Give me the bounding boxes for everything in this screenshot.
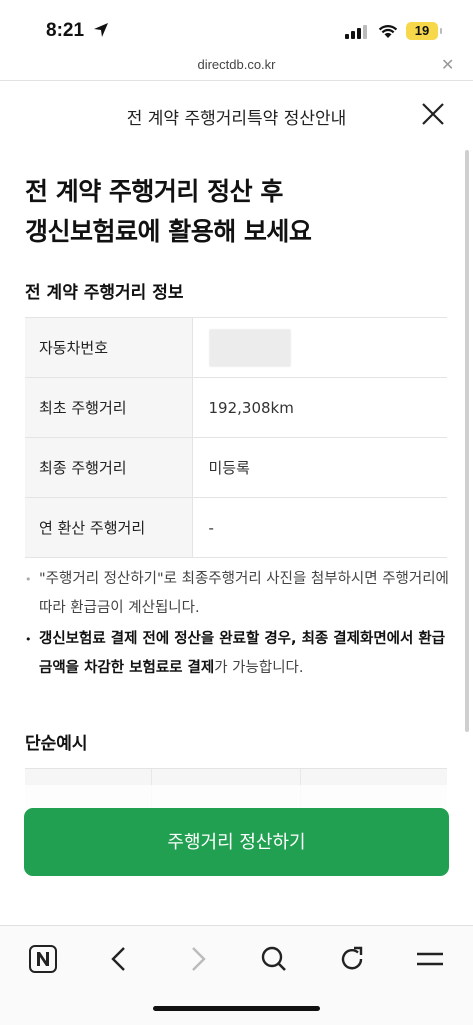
location-arrow-icon [94,23,108,37]
info-section-title: 전 계약 주행거리 정보 [25,283,184,303]
table-row: 자동차번호 [25,317,447,378]
menu-icon[interactable] [413,942,447,976]
page-headline: 전 계약 주행거리 정산 후 갱신보험료에 활용해 보세요 [25,172,445,252]
row-label: 최초 주행거리 [25,377,193,438]
row-value: 미등록 [192,437,447,498]
info-table: 자동차번호 최초 주행거리 192,308km 최종 주행거리 미등록 연 환산… [25,317,447,558]
search-icon[interactable] [257,942,291,976]
close-icon[interactable] [420,101,446,127]
table-row: 연 환산 주행거리 - [25,497,447,558]
battery-icon: 19 [406,22,438,40]
row-label: 연 환산 주행거리 [25,497,193,558]
forward-icon[interactable] [180,942,214,976]
scrollbar[interactable] [465,150,469,732]
row-label: 자동차번호 [25,317,193,378]
wifi-icon [378,24,398,38]
modal-header: 전 계약 주행거리특약 정산안내 [0,81,473,147]
status-time: 8:21 [46,20,85,41]
example-section-title: 단순예시 [25,734,88,754]
close-icon[interactable]: ✕ [441,55,454,74]
url-bar[interactable]: directdb.co.kr ✕ [0,54,473,81]
row-value: - [192,497,447,558]
notes: "주행거리 정산하기"로 최종주행거리 사진을 첨부하시면 주행거리에 따라 환… [25,565,450,685]
headline-line-2: 갱신보험료에 활용해 보세요 [25,217,312,246]
note-item: 갱신보험료 결제 전에 정산을 완료할 경우, 최종 결제화면에서 환급금액을 … [25,625,450,683]
naver-home-icon[interactable] [26,942,60,976]
status-bar: 8:21 19 [0,0,473,54]
battery-tip [440,28,442,34]
refresh-icon[interactable] [335,942,369,976]
row-value: 192,308km [192,377,447,438]
blurred-car-number [208,328,291,367]
note-item: "주행거리 정산하기"로 최종주행거리 사진을 첨부하시면 주행거리에 따라 환… [25,565,450,623]
row-label: 최종 주행거리 [25,437,193,498]
note-text: 가 가능합니다. [214,660,304,676]
table-row: 최초 주행거리 192,308km [25,377,447,438]
signal-icon [345,25,367,39]
modal-title: 전 계약 주행거리특약 정산안내 [126,109,347,129]
url-text[interactable]: directdb.co.kr [0,57,473,72]
home-indicator [153,1006,320,1011]
row-value-car-number [192,317,447,378]
table-row: 최종 주행거리 미등록 [25,437,447,498]
back-icon[interactable] [103,942,137,976]
headline-line-1: 전 계약 주행거리 정산 후 [25,177,283,206]
settle-mileage-button[interactable]: 주행거리 정산하기 [24,808,449,876]
